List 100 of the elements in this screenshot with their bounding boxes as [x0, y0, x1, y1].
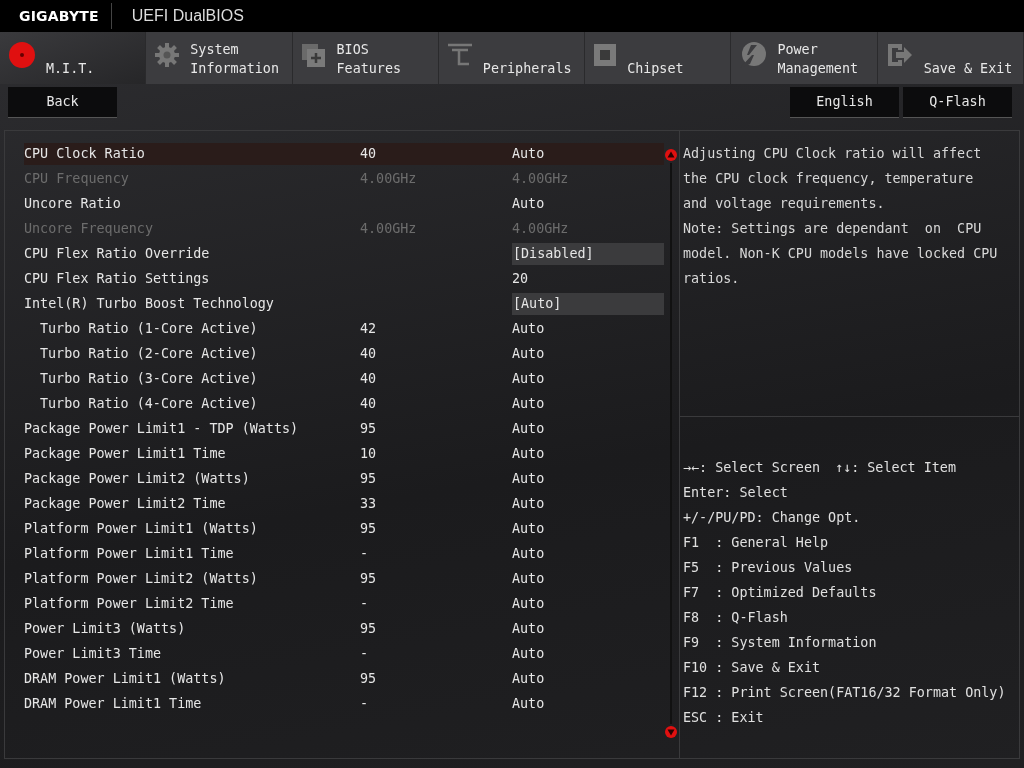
brand-logo: GIGABYTE [18, 8, 100, 24]
setting-label[interactable]: Package Power Limit1 Time [24, 442, 360, 465]
setting-value-field[interactable]: Auto [512, 142, 664, 165]
setting-value-field[interactable]: Auto [512, 567, 664, 590]
setting-value-field[interactable]: Auto [512, 467, 664, 490]
setting-value-field[interactable]: Auto [512, 592, 664, 615]
setting-label[interactable]: Package Power Limit2 Time [24, 492, 360, 515]
setting-value-field[interactable]: Auto [512, 442, 664, 465]
setting-label[interactable]: DRAM Power Limit1 Time [24, 692, 360, 715]
setting-value: 42 [360, 319, 378, 338]
help-text: ratios. [683, 270, 741, 288]
setting-label[interactable]: Platform Power Limit1 (Watts) [24, 517, 360, 540]
scroll-down-icon[interactable] [665, 726, 677, 738]
help-text: model. Non-K CPU models have locked CPU [683, 245, 999, 263]
help-text: and voltage requirements. [683, 195, 886, 213]
setting-value-field[interactable]: Auto [512, 342, 664, 365]
setting-label[interactable]: Turbo Ratio (1-Core Active) [24, 317, 360, 340]
key-hint: F9 : System Information [683, 634, 877, 652]
setting-value: 95 [360, 569, 378, 588]
setting-value: - [360, 544, 370, 563]
setting-value: 4.00GHz [360, 169, 418, 188]
setting-value: 95 [360, 619, 378, 638]
key-hint: F1 : General Help [683, 534, 829, 552]
setting-label[interactable]: Package Power Limit1 - TDP (Watts) [24, 417, 360, 440]
setting-label[interactable]: Uncore Ratio [24, 192, 360, 215]
app-title: UEFI DualBIOS [131, 7, 244, 25]
setting-value-field[interactable]: Auto [512, 492, 664, 515]
setting-value: 4.00GHz [360, 219, 418, 238]
help-text: Adjusting CPU Clock ratio will affect [683, 145, 983, 163]
setting-value-field[interactable]: Auto [512, 192, 664, 215]
key-hint: F8 : Q-Flash [683, 609, 788, 627]
setting-value: - [360, 644, 370, 663]
setting-label[interactable]: Turbo Ratio (3-Core Active) [24, 367, 360, 390]
menu-tab[interactable]: Peripherals [438, 32, 586, 84]
key-hint: F5 : Previous Values [683, 559, 853, 577]
setting-value-field[interactable]: Auto [512, 392, 664, 415]
key-hint: F7 : Optimized Defaults [683, 584, 877, 602]
setting-label[interactable]: Intel(R) Turbo Boost Technology [24, 292, 360, 315]
setting-value: 95 [360, 669, 378, 688]
setting-value: 40 [360, 369, 378, 388]
setting-value: 95 [360, 519, 378, 538]
key-hint: F12 : Print Screen(FAT16/32 Format Only) [683, 684, 1006, 702]
setting-label[interactable]: Power Limit3 (Watts) [24, 617, 360, 640]
setting-value: 40 [360, 142, 512, 165]
menu-tab[interactable]: BIOS Features [292, 32, 439, 84]
menu-tab[interactable]: M.I.T. [0, 32, 147, 84]
setting-value: 40 [360, 344, 378, 363]
setting-value-field[interactable]: Auto [512, 642, 664, 665]
exit-arrow-icon [885, 42, 914, 68]
setting-value-field[interactable]: Auto [512, 617, 664, 640]
lightning-icon [739, 41, 768, 69]
scroll-up-icon[interactable] [665, 149, 677, 161]
setting-value: 95 [360, 419, 378, 438]
key-hint: +/-/PU/PD: Change Opt. [683, 509, 861, 527]
disc-icon [8, 41, 36, 69]
key-hint: →←: Select Screen [683, 459, 821, 477]
menu-tab[interactable]: Save & Exit [877, 32, 1024, 84]
setting-value: 40 [360, 394, 378, 413]
setting-value: 33 [360, 494, 378, 513]
key-hint: Enter: Select [683, 484, 788, 502]
key-hint: ESC : Exit [683, 709, 764, 727]
chip-plus-icon [300, 42, 327, 68]
setting-value-field[interactable]: 20 [512, 267, 664, 290]
menu-tab[interactable]: System Information [146, 32, 293, 84]
setting-label[interactable]: Turbo Ratio (2-Core Active) [24, 342, 360, 365]
setting-value-field[interactable]: Auto [512, 517, 664, 540]
connector-icon [446, 42, 473, 68]
back-button[interactable]: Back [8, 86, 117, 118]
setting-dropdown[interactable]: [Auto] [512, 292, 664, 315]
setting-label[interactable]: Package Power Limit2 (Watts) [24, 467, 360, 490]
setting-label[interactable]: Platform Power Limit2 Time [24, 592, 360, 615]
toolbar-button[interactable]: Q-Flash [903, 86, 1012, 118]
setting-value-field[interactable]: Auto [512, 317, 664, 340]
setting-label[interactable]: Platform Power Limit2 (Watts) [24, 567, 360, 590]
setting-dropdown[interactable]: [Disabled] [512, 242, 664, 265]
menu-tab[interactable]: Chipset [585, 32, 732, 84]
setting-value: 10 [360, 444, 378, 463]
setting-value: 95 [360, 469, 378, 488]
setting-value: - [360, 694, 370, 713]
setting-label[interactable]: Turbo Ratio (4-Core Active) [24, 392, 360, 415]
key-hint: F10 : Save & Exit [683, 659, 821, 677]
setting-label[interactable]: CPU Flex Ratio Override [24, 242, 360, 265]
chip-icon [593, 43, 618, 67]
setting-label[interactable]: CPU Clock Ratio [24, 142, 360, 165]
setting-label[interactable]: CPU Flex Ratio Settings [24, 267, 360, 290]
setting-value-field[interactable]: Auto [512, 367, 664, 390]
setting-value-field[interactable]: Auto [512, 692, 664, 715]
help-text: Note: Settings are dependant on CPU [683, 220, 983, 238]
setting-value-field[interactable]: Auto [512, 417, 664, 440]
setting-value-field[interactable]: Auto [512, 542, 664, 565]
menu-tab[interactable]: Power Management [731, 32, 878, 84]
setting-label[interactable]: Platform Power Limit1 Time [24, 542, 360, 565]
gear-icon [154, 42, 181, 68]
setting-label[interactable]: DRAM Power Limit1 (Watts) [24, 667, 360, 690]
setting-label[interactable]: Power Limit3 Time [24, 642, 360, 665]
setting-value-field[interactable]: Auto [512, 667, 664, 690]
help-text: the CPU clock frequency, temperature [683, 170, 975, 188]
toolbar-button[interactable]: English [790, 86, 899, 118]
setting-value: - [360, 594, 370, 613]
key-hint: ↑↓: Select Item [835, 459, 956, 477]
